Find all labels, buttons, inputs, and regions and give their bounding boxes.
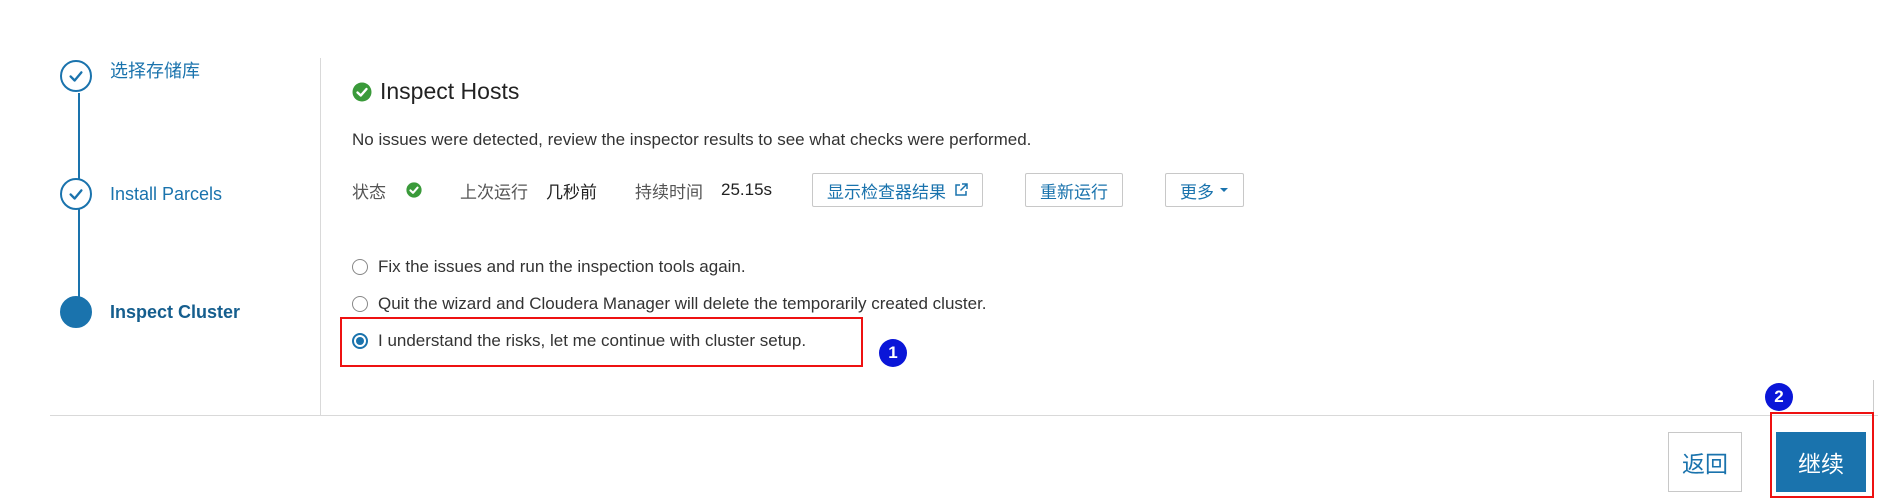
more-dropdown-button[interactable]: 更多 <box>1165 173 1245 207</box>
section-title: Inspect Hosts <box>352 78 519 105</box>
current-step-icon <box>60 296 92 328</box>
check-icon <box>60 60 92 92</box>
show-results-label: 显示检查器结果 <box>827 182 947 202</box>
highlight-box-continue <box>1770 412 1874 498</box>
external-link-icon <box>955 183 968 196</box>
highlight-box-option <box>340 317 863 367</box>
inspection-status-row: 状态 上次运行 几秒前 持续时间 25.15s 显示检查器结果 重新运行 更多 <box>352 173 1245 207</box>
scroll-edge <box>1873 380 1874 415</box>
radio-button[interactable] <box>352 295 368 312</box>
step-inspect-cluster[interactable]: Inspect Cluster <box>60 296 240 328</box>
footer-divider <box>50 415 1878 416</box>
duration-value: 25.15s <box>721 180 773 199</box>
page-title: Inspect Hosts <box>380 78 520 104</box>
last-run-label: 上次运行 <box>460 182 528 202</box>
step-badge-2: 2 <box>1765 383 1793 411</box>
show-inspector-results-button[interactable]: 显示检查器结果 <box>812 173 984 207</box>
radio-button[interactable] <box>352 258 368 275</box>
status-label: 状态 <box>352 182 386 202</box>
step-select-repository[interactable]: 选择存储库 <box>60 60 200 92</box>
sidebar-divider <box>320 58 321 415</box>
option-fix-issues[interactable]: Fix the issues and run the inspection to… <box>352 248 987 285</box>
more-label: 更多 <box>1180 182 1215 202</box>
rerun-button[interactable]: 重新运行 <box>1025 173 1124 207</box>
status-success-icon <box>406 182 422 198</box>
last-run-value: 几秒前 <box>546 182 597 202</box>
inspection-description: No issues were detected, review the insp… <box>352 130 1032 149</box>
caret-down-icon <box>1220 188 1229 192</box>
step-label: Install Parcels <box>110 183 223 204</box>
option-label: Fix the issues and run the inspection to… <box>378 256 746 276</box>
check-icon <box>60 178 92 210</box>
step-label: 选择存储库 <box>110 61 200 81</box>
step-label: Inspect Cluster <box>110 301 241 322</box>
wizard-steps: 选择存储库 Install Parcels Inspect Cluster <box>0 0 320 415</box>
back-button[interactable]: 返回 <box>1668 432 1742 492</box>
option-label: Quit the wizard and Cloudera Manager wil… <box>378 293 987 313</box>
duration-label: 持续时间 <box>635 182 703 202</box>
success-check-icon <box>352 82 372 101</box>
step-install-parcels[interactable]: Install Parcels <box>60 178 222 210</box>
step-badge-1: 1 <box>879 339 907 367</box>
